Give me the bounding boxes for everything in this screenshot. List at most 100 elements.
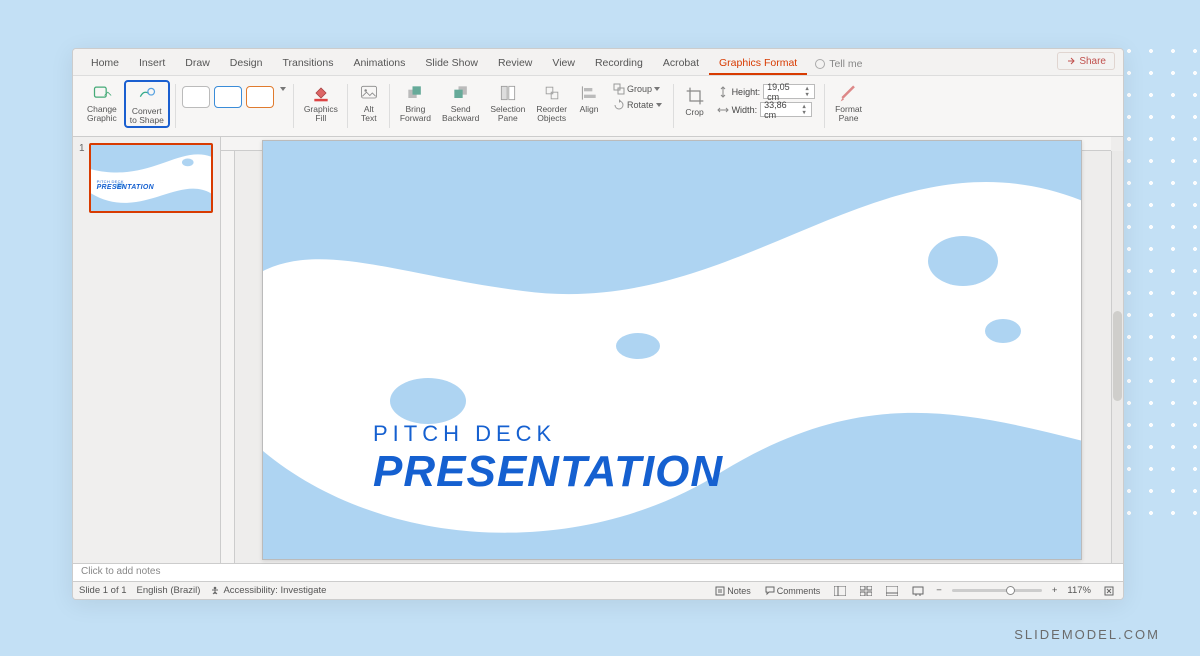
width-input[interactable]: 33,86 cm ▴▾	[760, 102, 812, 117]
reorder-label: Reorder Objects	[536, 105, 567, 122]
view-normal-button[interactable]	[832, 584, 848, 598]
title-line1: PITCH DECK	[373, 421, 723, 447]
ribbon-tabs: Home Insert Draw Design Transitions Anim…	[73, 49, 1123, 75]
tab-animations[interactable]: Animations	[343, 52, 415, 75]
styles-more-button[interactable]	[278, 86, 288, 92]
height-value: 19,05 cm	[767, 82, 803, 102]
format-pane-icon	[838, 82, 860, 104]
view-slideshow-button[interactable]	[910, 584, 926, 598]
width-icon	[717, 104, 729, 116]
send-backward-button[interactable]: Send Backward	[438, 80, 483, 124]
slide-canvas[interactable]: PITCH DECK PRESENTATION	[262, 140, 1082, 560]
convert-to-shape-button[interactable]: Convert to Shape	[124, 80, 170, 128]
rotate-label: Rotate	[627, 100, 654, 110]
ribbon-toolbar: Change Graphic Convert to Shape	[73, 75, 1123, 137]
zoom-in-button[interactable]: +	[1052, 585, 1058, 596]
slide-title-text[interactable]: PITCH DECK PRESENTATION	[373, 421, 723, 497]
style-swatch-2[interactable]	[214, 86, 242, 108]
width-row: Width: 33,86 cm ▴▾	[717, 102, 816, 117]
group-icon	[613, 83, 625, 95]
zoom-out-button[interactable]: −	[936, 585, 942, 596]
tab-draw[interactable]: Draw	[175, 52, 220, 75]
tab-slide-show[interactable]: Slide Show	[415, 52, 488, 75]
style-swatch-3[interactable]	[246, 86, 274, 108]
height-icon	[717, 86, 729, 98]
selection-pane-label: Selection Pane	[490, 105, 525, 122]
tell-me-label: Tell me	[829, 58, 862, 70]
scrollbar-thumb[interactable]	[1113, 311, 1122, 401]
group-label: Group	[627, 84, 652, 94]
align-icon	[578, 82, 600, 104]
status-bar: Slide 1 of 1 English (Brazil) Accessibil…	[73, 581, 1123, 599]
height-down[interactable]: ▾	[803, 92, 811, 98]
title-line2: PRESENTATION	[373, 447, 723, 497]
share-label: Share	[1079, 56, 1106, 67]
change-graphic-button[interactable]: Change Graphic	[83, 80, 121, 124]
thumbnail-number: 1	[79, 143, 85, 213]
height-label: Height:	[732, 87, 761, 97]
accessibility-icon	[210, 586, 220, 596]
convert-to-shape-label: Convert to Shape	[130, 107, 164, 124]
paint-bucket-icon	[310, 82, 332, 104]
vertical-scrollbar[interactable]	[1111, 151, 1123, 563]
selection-pane-icon	[497, 82, 519, 104]
alt-text-icon	[358, 82, 380, 104]
zoom-slider[interactable]	[952, 589, 1042, 592]
tab-review[interactable]: Review	[488, 52, 542, 75]
powerpoint-window: Home Insert Draw Design Transitions Anim…	[72, 48, 1124, 600]
send-backward-label: Send Backward	[442, 105, 479, 122]
format-pane-button[interactable]: Format Pane	[831, 80, 866, 124]
group-button[interactable]: Group	[611, 82, 664, 96]
rotate-button[interactable]: Rotate	[611, 98, 664, 112]
status-comments-button[interactable]: Comments	[763, 585, 823, 597]
tab-view[interactable]: View	[542, 52, 585, 75]
status-notes-button[interactable]: Notes	[713, 585, 753, 597]
chevron-down-icon	[656, 103, 662, 107]
view-reading-button[interactable]	[884, 584, 900, 598]
align-button[interactable]: Align	[574, 80, 604, 116]
group-change: Change Graphic Convert to Shape	[79, 78, 174, 134]
reorder-objects-button[interactable]: Reorder Objects	[532, 80, 571, 124]
graphics-fill-button[interactable]: Graphics Fill	[300, 80, 342, 124]
change-graphic-icon	[91, 82, 113, 104]
tab-acrobat[interactable]: Acrobat	[653, 52, 709, 75]
share-icon	[1066, 56, 1076, 66]
style-swatch-1[interactable]	[182, 86, 210, 108]
workspace: 1 PITCH DECKPRESENTATION	[73, 137, 1123, 563]
notes-icon	[715, 586, 725, 596]
status-accessibility[interactable]: Accessibility: Investigate	[210, 585, 326, 596]
tell-me-search[interactable]: Tell me	[807, 53, 870, 75]
height-input[interactable]: 19,05 cm ▴▾	[763, 84, 815, 99]
bring-forward-label: Bring Forward	[400, 105, 431, 122]
notes-pane[interactable]: Click to add notes	[73, 563, 1123, 581]
chevron-down-icon	[654, 87, 660, 91]
group-graphics-fill: Graphics Fill	[296, 78, 346, 134]
tab-insert[interactable]: Insert	[129, 52, 175, 75]
group-size: Crop Height: 19,05 cm ▴▾ Width:	[676, 78, 824, 134]
zoom-slider-thumb[interactable]	[1006, 586, 1015, 595]
tab-design[interactable]: Design	[220, 52, 273, 75]
tab-graphics-format[interactable]: Graphics Format	[709, 52, 807, 75]
crop-label: Crop	[685, 108, 703, 117]
alt-text-button[interactable]: Alt Text	[354, 80, 384, 124]
tab-transitions[interactable]: Transitions	[272, 52, 343, 75]
align-label: Align	[580, 105, 599, 114]
graphics-fill-label: Graphics Fill	[304, 105, 338, 122]
comments-icon	[765, 586, 775, 596]
slide-background-graphic	[263, 141, 1082, 560]
share-button[interactable]: Share	[1057, 52, 1115, 70]
fit-to-window-button[interactable]	[1101, 584, 1117, 598]
view-sorter-button[interactable]	[858, 584, 874, 598]
bring-forward-button[interactable]: Bring Forward	[396, 80, 435, 124]
tab-recording[interactable]: Recording	[585, 52, 653, 75]
crop-button[interactable]: Crop	[680, 83, 710, 119]
tab-home[interactable]: Home	[81, 52, 129, 75]
group-alt-text: Alt Text	[350, 78, 388, 134]
width-down[interactable]: ▾	[800, 110, 808, 116]
slide-thumbnail-1[interactable]: PITCH DECKPRESENTATION	[89, 143, 213, 213]
height-row: Height: 19,05 cm ▴▾	[717, 84, 816, 99]
status-slide-info: Slide 1 of 1	[79, 585, 127, 596]
selection-pane-button[interactable]: Selection Pane	[486, 80, 529, 124]
status-language[interactable]: English (Brazil)	[137, 585, 201, 596]
zoom-percent[interactable]: 117%	[1067, 585, 1091, 596]
